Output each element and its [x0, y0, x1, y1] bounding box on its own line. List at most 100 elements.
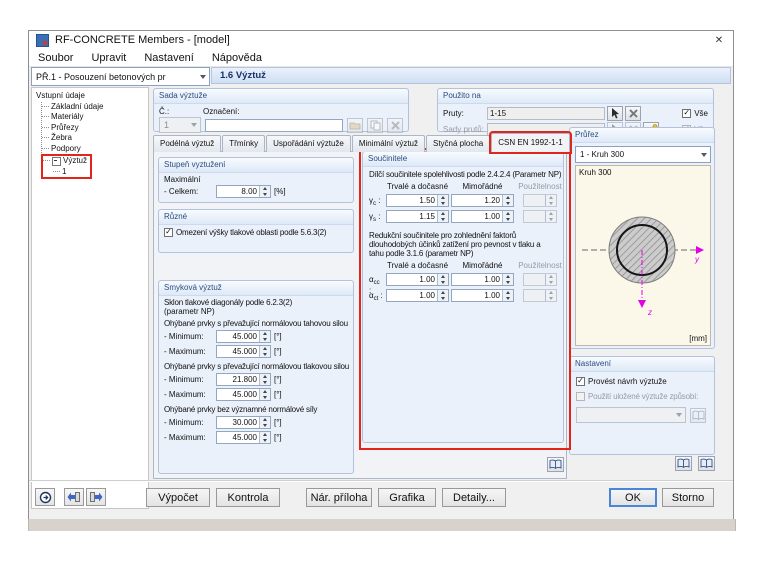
national-annex-footer-button[interactable]: Nár. příloha [306, 488, 372, 507]
tab-csn-en-1992-1-1[interactable]: CSN EN 1992-1-1 [489, 131, 572, 154]
spinner[interactable] [502, 274, 513, 285]
col-accidental: Mimořádné [462, 182, 503, 191]
spinner[interactable] [502, 195, 513, 206]
details-button[interactable]: Detaily... [442, 488, 506, 507]
spin-down-icon[interactable] [438, 296, 448, 302]
spinner[interactable] [259, 331, 270, 342]
design-reinforcement-checkbox[interactable] [576, 377, 585, 386]
spin-down-icon[interactable] [260, 423, 270, 429]
tab-usporadani-vyztuze[interactable]: Uspořádání výztuže [266, 135, 351, 152]
tab-stycna-plocha[interactable]: Styčná plocha [425, 135, 491, 152]
total-reinforcement-input[interactable]: 8.00 [216, 185, 271, 198]
min-label: - Minimum: [164, 418, 204, 427]
spin-down-icon[interactable] [260, 380, 270, 386]
spinner[interactable] [259, 186, 270, 197]
tree-item-materialy[interactable]: Materiály [42, 112, 148, 123]
delete-set-button[interactable] [387, 117, 403, 133]
alpha-ct-accidental-input[interactable]: 1.00 [451, 289, 514, 302]
tab-podelna-vyztuz[interactable]: Podélná výztuž [153, 135, 222, 152]
tab-minimalni-vyztuz[interactable]: Minimální výztuž [351, 135, 425, 152]
menu-soubor[interactable]: Soubor [29, 49, 82, 66]
tree-item-podpory[interactable]: Podpory [42, 144, 148, 155]
gamma-s-accidental-input[interactable]: 1.00 [451, 210, 514, 223]
spin-down-icon[interactable] [260, 352, 270, 358]
design-reinforcement-toggle[interactable]: Provést návrh výztuže [576, 375, 708, 388]
menu-nastaveni[interactable]: Nastavení [135, 49, 203, 66]
spinner[interactable] [437, 195, 448, 206]
gamma-c-accidental-input[interactable]: 1.20 [451, 194, 514, 207]
spinner[interactable] [259, 374, 270, 385]
ok-button[interactable]: OK [609, 488, 657, 507]
spin-down-icon[interactable] [503, 296, 513, 302]
designation-input[interactable] [205, 118, 343, 132]
check-button[interactable]: Kontrola [216, 488, 280, 507]
collapse-icon[interactable] [52, 156, 61, 166]
spin-down-icon[interactable] [438, 280, 448, 286]
spinner[interactable] [259, 432, 270, 443]
calculate-button[interactable]: Výpočet [146, 488, 210, 507]
cursor-icon [611, 108, 619, 119]
min-no-axial-input[interactable]: 30.000 [216, 416, 271, 429]
national-annex-button[interactable] [698, 456, 715, 471]
spinner[interactable] [259, 389, 270, 400]
pick-members-button[interactable] [607, 106, 623, 121]
number-label: Č.: [159, 107, 170, 116]
spin-down-icon[interactable] [260, 395, 270, 401]
tree-root-vstupni-udaje[interactable]: Vstupní údaje [36, 91, 148, 102]
previous-window-button[interactable] [64, 488, 84, 506]
spin-down-icon[interactable] [438, 201, 448, 207]
limit-compression-checkbox[interactable] [164, 228, 173, 237]
all-members-checkbox[interactable] [682, 109, 692, 118]
spinner[interactable] [437, 290, 448, 301]
spin-down-icon[interactable] [260, 337, 270, 343]
max-no-axial-input[interactable]: 45.000 [216, 431, 271, 444]
spinner[interactable] [437, 211, 448, 222]
spin-down-icon[interactable] [503, 217, 513, 223]
spin-down-icon[interactable] [260, 438, 270, 444]
clear-members-button[interactable] [625, 106, 641, 121]
graphics-button[interactable]: Grafika [378, 488, 436, 507]
cross-section-select[interactable]: 1 - Kruh 300 [575, 146, 711, 163]
max-tension-input[interactable]: 45.000 [216, 345, 271, 358]
tab-strip: Podélná výztuž Třmínky Uspořádání výztuž… [153, 131, 572, 154]
spin-down-icon[interactable] [503, 280, 513, 286]
max-compression-input[interactable]: 45.000 [216, 388, 271, 401]
tree-item-prurezy[interactable]: Průřezy [42, 123, 148, 134]
units-settings-button[interactable] [675, 456, 692, 471]
copy-set-button[interactable] [367, 117, 383, 133]
new-set-button[interactable] [347, 117, 363, 133]
tree-line [42, 105, 49, 108]
spinner[interactable] [437, 274, 448, 285]
alpha-ct-permanent-input[interactable]: 1.00 [386, 289, 449, 302]
national-annex-settings-button[interactable] [547, 457, 564, 472]
spinner[interactable] [259, 417, 270, 428]
tree-item-vyztuz[interactable]: Výztuž [43, 156, 87, 167]
tree-item-zebra[interactable]: Žebra [42, 133, 148, 144]
gamma-s-permanent-input[interactable]: 1.15 [386, 210, 449, 223]
menu-napoveda[interactable]: Nápověda [203, 49, 271, 66]
spinner[interactable] [259, 346, 270, 357]
close-icon[interactable] [705, 31, 733, 49]
menu-upravit[interactable]: Upravit [82, 49, 135, 66]
cross-section-value: 1 - Kruh 300 [580, 150, 625, 159]
help-button[interactable] [35, 488, 55, 506]
design-case-select[interactable]: PŘ.1 - Posouzení betonových pr [31, 67, 210, 86]
alpha-cc-accidental-input[interactable]: 1.00 [451, 273, 514, 286]
spin-down-icon[interactable] [503, 201, 513, 207]
spinner[interactable] [502, 290, 513, 301]
spin-down-icon[interactable] [260, 192, 270, 198]
min-tension-input[interactable]: 45.000 [216, 330, 271, 343]
all-members-toggle[interactable]: Vše [682, 109, 708, 118]
gamma-c-permanent-input[interactable]: 1.50 [386, 194, 449, 207]
next-window-button[interactable] [86, 488, 106, 506]
min-compression-input[interactable]: 21.800 [216, 373, 271, 386]
tree-item-vyztuz-1[interactable]: 1 [53, 167, 87, 178]
tree-item-zakladni-udaje[interactable]: Základní údaje [42, 102, 148, 113]
alpha-cc-permanent-input[interactable]: 1.00 [386, 273, 449, 286]
tab-trminky[interactable]: Třmínky [222, 135, 266, 152]
spinner[interactable] [502, 211, 513, 222]
cancel-button[interactable]: Storno [662, 488, 714, 507]
spin-down-icon[interactable] [438, 217, 448, 223]
members-input[interactable]: 1-15 [487, 107, 605, 120]
help-icon [39, 491, 51, 503]
